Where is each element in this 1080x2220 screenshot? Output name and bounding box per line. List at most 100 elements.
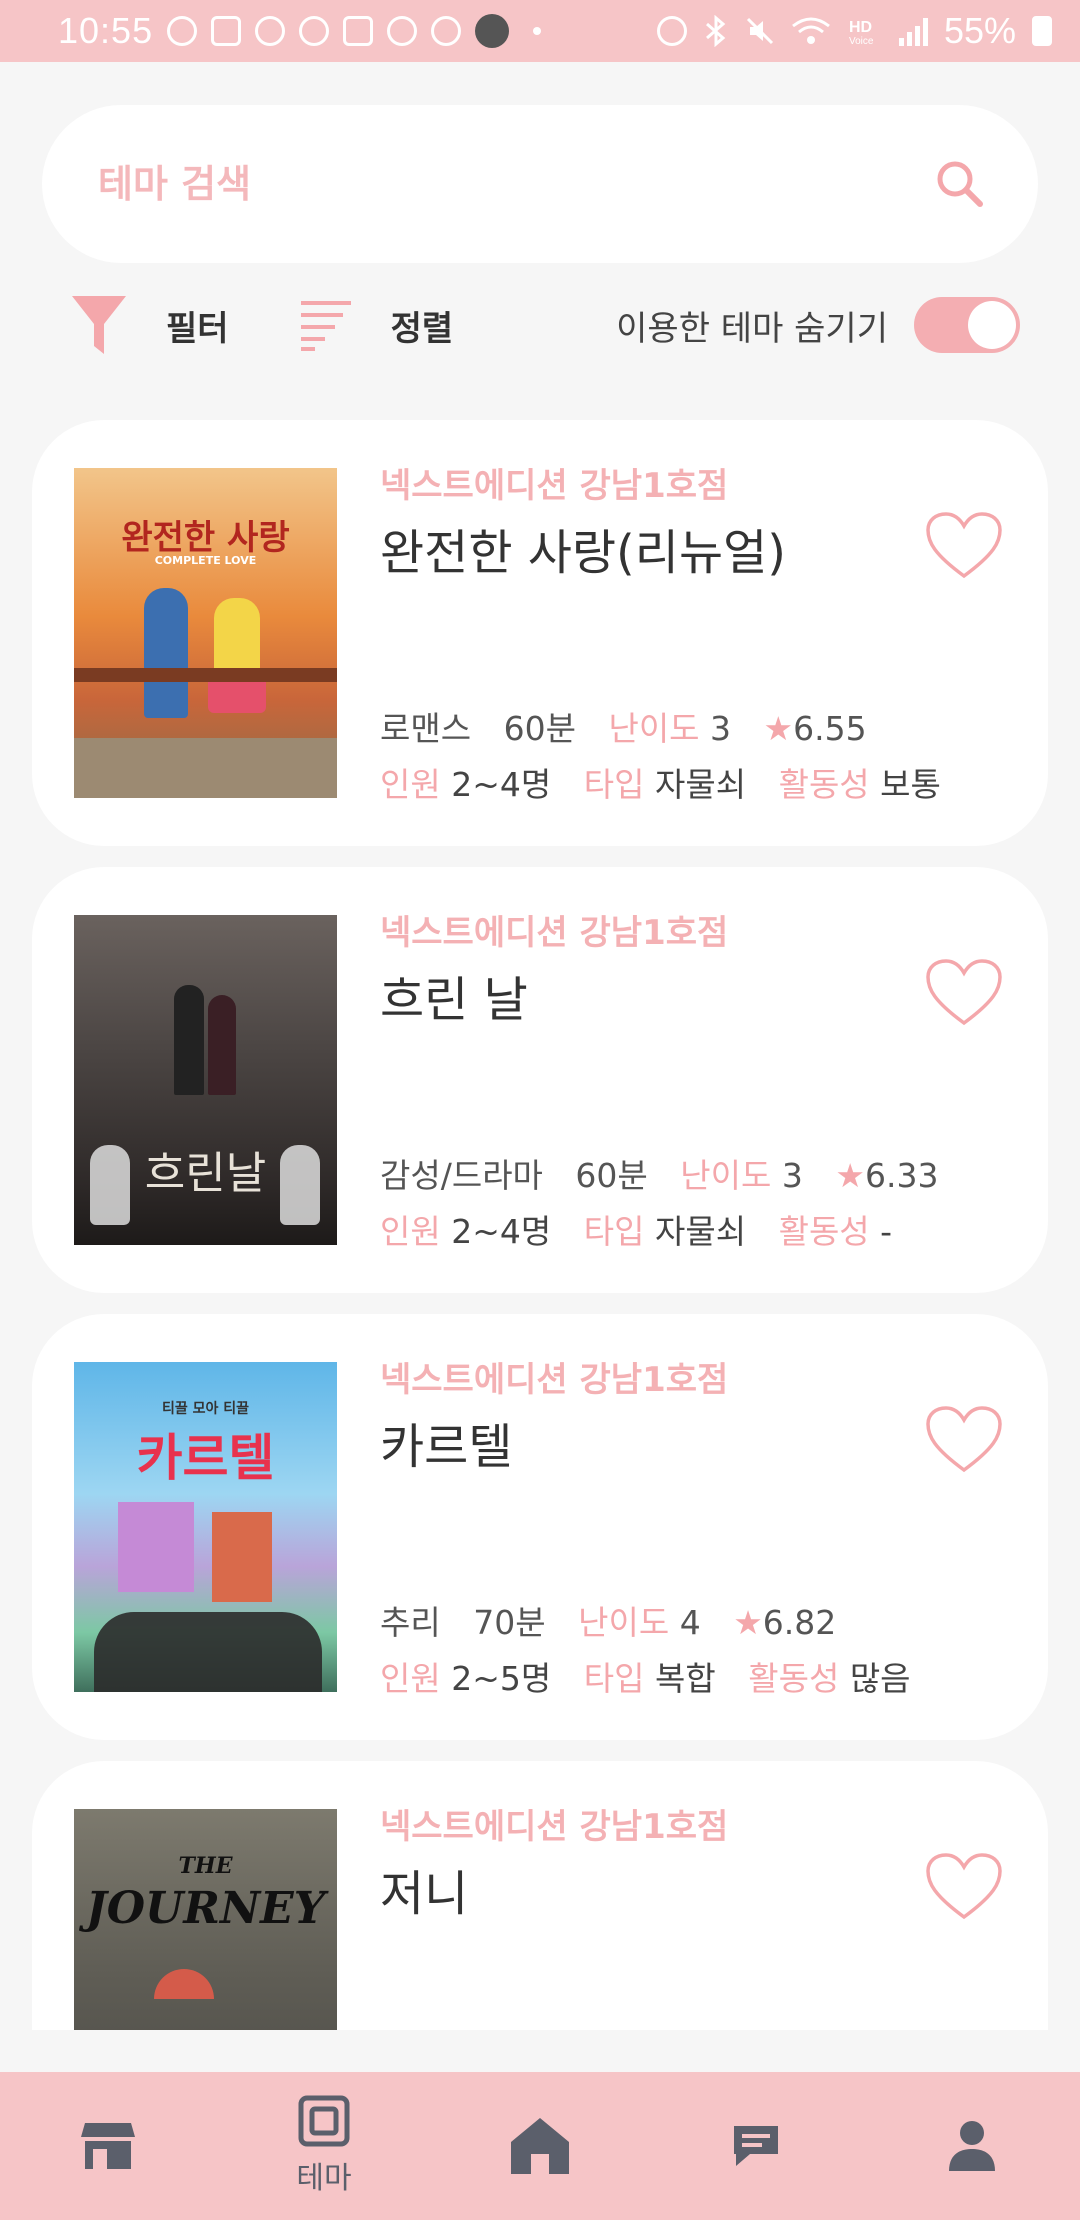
store-name: 넥스트에디션 강남1호점 [380,913,729,953]
g-icon [431,16,462,46]
chat-icon [734,2126,778,2166]
store-name: 넥스트에디션 강남1호점 [380,1360,729,1400]
theme-meta-secondary: 인원 2~4명 타입 자물쇠 활동성 보통 [380,758,941,806]
theme-info: 넥스트에디션 강남1호점 흐린 날 [380,905,940,1030]
status-bar: 10:55 HD Voice 55% [0,0,1080,62]
poster-title: 완전한 사랑 [121,518,290,558]
filter-row: 필터 정렬 이용한 테마 숨기기 [70,290,1020,360]
theme-name: 흐린 날 [380,972,528,1028]
theme-genre: 추리 [380,1603,441,1642]
sort-button[interactable]: 정렬 [299,297,454,353]
theme-meta-primary: 추리 70분 난이도 4 ★6.82 [380,1596,836,1644]
theme-poster: THE JOURNEY [74,1809,337,2030]
theme-time: 70분 [473,1603,546,1642]
type-label: 타입 [583,1659,645,1698]
theme-difficulty: 3 [710,709,732,748]
bottom-navigation: 테마 [0,2072,1080,2220]
hd-voice-icon: HD Voice [849,19,874,46]
battery-icon [1032,16,1052,46]
difficulty-label: 난이도 [608,709,700,748]
difficulty-label: 난이도 [578,1603,670,1642]
filter-icon [72,296,126,354]
poster-subtitle: COMPLETE LOVE [154,554,257,567]
filter-button[interactable]: 필터 [70,294,229,356]
sort-label: 정렬 [390,308,454,349]
theme-name: 저니 [380,1866,469,1922]
star-icon: ★ [835,1156,865,1195]
theme-card[interactable]: THE JOURNEY 넥스트에디션 강남1호점 저니 [32,1761,1048,2030]
signal-icon [898,16,928,46]
theme-people: 2~4명 [451,765,552,804]
favorite-heart-icon[interactable] [924,1404,1004,1476]
theme-type: 자물쇠 [654,765,747,804]
theme-meta-primary: 로맨스 60분 난이도 3 ★6.55 [380,702,867,750]
favorite-heart-icon[interactable] [924,1851,1004,1923]
difficulty-label: 난이도 [680,1156,772,1195]
nav-home[interactable] [465,2072,615,2220]
talk-icon [255,16,286,46]
nav-theme[interactable]: 테마 [249,2072,399,2220]
theme-poster: 티끌 모아 티끌 카르텔 [74,1362,337,1692]
theme-name: 카르텔 [380,1419,513,1475]
hide-used-toggle[interactable] [914,297,1020,353]
theme-rating: 6.82 [762,1603,837,1642]
theme-time: 60분 [503,709,576,748]
theme-meta-secondary: 인원 2~4명 타입 자물쇠 활동성 - [380,1205,892,1253]
c-icon [299,16,330,46]
nav-chat[interactable] [681,2072,831,2220]
theme-icon [298,2095,350,2147]
type-label: 타입 [583,1212,645,1251]
search-icon[interactable] [932,156,988,212]
status-bar-left: 10:55 [58,10,542,52]
theme-difficulty: 3 [781,1156,803,1195]
activity-label: 활동성 [748,1659,840,1698]
profile-icon [949,2121,995,2171]
battery-percent: 55% [943,10,1016,51]
bluetooth-icon [705,15,726,47]
type-label: 타입 [583,765,645,804]
activity-label: 활동성 [778,1212,870,1251]
home-icon [511,2118,569,2174]
nav-theme-label: 테마 [296,2161,352,2196]
store-name: 넥스트에디션 강남1호점 [380,1807,729,1847]
avatar-icon [475,14,510,48]
theme-type: 복합 [654,1659,716,1698]
nav-profile[interactable] [897,2072,1047,2220]
store-icon [81,2123,135,2169]
filter-label: 필터 [166,308,229,349]
poster-title: 카르텔 [136,1429,275,1487]
people-label: 인원 [380,1212,441,1251]
poster-subtitle: THE [178,1853,233,1879]
theme-activity: 보통 [880,765,941,804]
theme-people: 2~5명 [451,1659,552,1698]
theme-meta-secondary: 인원 2~5명 타입 복합 활동성 많음 [380,1652,911,1700]
hide-used-control: 이용한 테마 숨기기 [616,297,1020,353]
toggle-knob [968,301,1016,349]
status-time: 10:55 [58,10,154,51]
theme-name: 완전한 사랑(리뉴얼) [380,525,786,581]
theme-difficulty: 4 [679,1603,701,1642]
nav-store[interactable] [33,2072,183,2220]
theme-genre: 로맨스 [380,709,472,748]
star-icon: ★ [733,1603,763,1642]
theme-meta-primary: 감성/드라마 60분 난이도 3 ★6.33 [380,1149,938,1197]
mute-icon [746,17,773,45]
favorite-heart-icon[interactable] [924,510,1004,582]
dot-icon [533,27,542,35]
theme-rating: 6.55 [793,709,867,748]
alarm-icon [656,16,687,46]
svg-text:Voice: Voice [849,36,874,46]
theme-card[interactable]: 흐린날 넥스트에디션 강남1호점 흐린 날 감성/드라마 60분 난이도 3 ★… [32,867,1048,1293]
theme-list[interactable]: 완전한 사랑 COMPLETE LOVE 넥스트에디션 강남1호점 완전한 사랑… [0,420,1080,2030]
timer-icon [167,16,198,46]
search-bar[interactable] [42,105,1038,263]
theme-poster: 완전한 사랑 COMPLETE LOVE [74,468,337,798]
theme-card[interactable]: 완전한 사랑 COMPLETE LOVE 넥스트에디션 강남1호점 완전한 사랑… [32,420,1048,846]
poster-title: JOURNEY [85,1883,326,1934]
favorite-heart-icon[interactable] [924,957,1004,1029]
theme-card[interactable]: 티끌 모아 티끌 카르텔 넥스트에디션 강남1호점 카르텔 추리 70분 난이도… [32,1314,1048,1740]
theme-time: 60분 [575,1156,648,1195]
search-input[interactable] [96,161,800,207]
star-icon: ★ [763,709,794,748]
svg-text:HD: HD [849,19,872,36]
